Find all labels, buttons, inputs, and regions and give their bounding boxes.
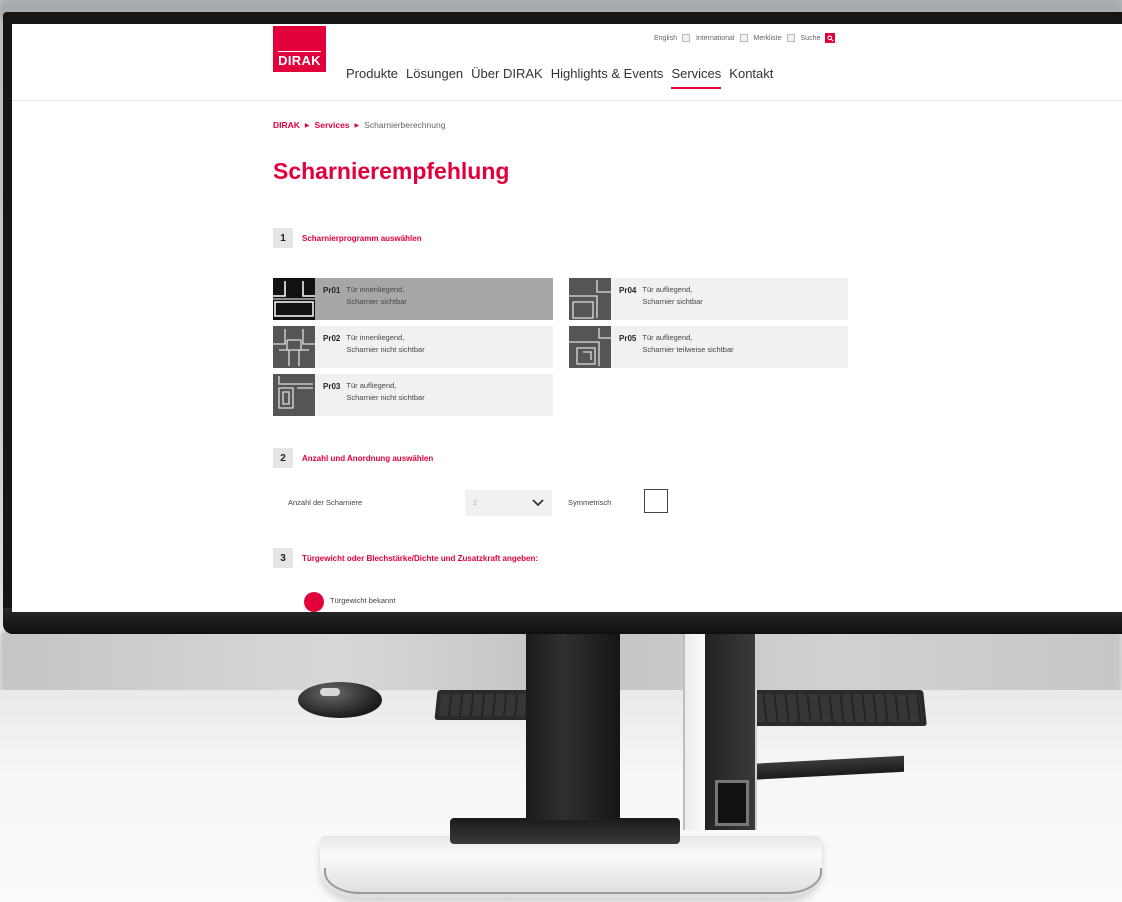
utility-label: English — [654, 34, 677, 42]
page-title: Scharnierempfehlung — [273, 158, 510, 184]
breadcrumb-dirak[interactable]: DIRAK — [273, 120, 300, 130]
utility-international-link[interactable]: International — [696, 34, 748, 42]
hinge-program-pr03-icon — [273, 374, 315, 416]
program-desc-line1: Tür innenliegend, — [346, 285, 405, 294]
program-desc-line2: Scharnier nicht sichtbar — [346, 345, 425, 354]
triangle-right-icon: ▶ — [354, 122, 360, 129]
hinge-program-pr01-icon — [273, 278, 315, 320]
symmetric-checkbox[interactable] — [644, 489, 668, 513]
step-2-header: 2 Anzahl und Anordnung auswählen — [273, 448, 433, 468]
utility-search-link[interactable]: Suche — [801, 33, 836, 43]
program-description: Tür aufliegend, Scharnier nicht sichtbar — [346, 380, 424, 404]
program-desc-line2: Scharnier sichtbar — [346, 297, 407, 306]
program-code: Pr04 — [619, 286, 637, 295]
hinge-count-label: Anzahl der Scharniere — [288, 498, 363, 507]
breadcrumb: DIRAK ▶ Services ▶ Scharnierberechnung — [273, 120, 445, 130]
separator-icon — [681, 34, 690, 42]
breadcrumb-current: Scharnierberechnung — [364, 120, 446, 130]
program-desc-line1: Tür aufliegend, — [642, 285, 693, 294]
mouse-highlight — [320, 688, 340, 696]
program-option-pr03[interactable]: Pr03 Tür aufliegend, Scharnier nicht sich… — [273, 374, 553, 416]
program-desc-line2: Scharnier teilweise sichtbar — [642, 345, 734, 354]
logo-text: DIRAK — [278, 51, 321, 68]
nav-kontakt[interactable]: Kontakt — [729, 66, 773, 89]
program-option-pr01[interactable]: Pr01 Tür innenliegend, Scharnier sichtbar — [273, 278, 553, 320]
utility-nav: English International Merkliste Suche — [654, 33, 836, 43]
nav-ueber-dirak[interactable]: Über DIRAK — [471, 66, 543, 89]
step-1-header: 1 Scharnierprogramm auswählen — [273, 228, 422, 248]
nav-produkte[interactable]: Produkte — [346, 66, 398, 89]
program-desc-line2: Scharnier sichtbar — [642, 297, 703, 306]
dirak-logo[interactable]: DIRAK — [273, 26, 326, 72]
nav-highlights-events[interactable]: Highlights & Events — [551, 66, 664, 89]
step-3-header: 3 Türgewicht oder Blechstärke/Dichte und… — [273, 548, 538, 568]
program-option-pr04[interactable]: Pr04 Tür aufliegend, Scharnier sichtbar — [569, 278, 848, 320]
hinge-program-pr05-icon — [569, 326, 611, 368]
breadcrumb-services[interactable]: Services — [315, 120, 350, 130]
hinge-count-value: 2 — [473, 499, 477, 507]
symmetric-label: Symmetrisch — [568, 498, 612, 507]
step-number: 2 — [273, 448, 293, 468]
triangle-right-icon: ▶ — [304, 122, 310, 129]
nav-services[interactable]: Services — [671, 66, 722, 89]
keyboard-right-half — [738, 690, 927, 726]
nav-loesungen[interactable]: Lösungen — [406, 66, 463, 89]
program-code: Pr03 — [323, 382, 341, 391]
program-description: Tür aufliegend, Scharnier sichtbar — [642, 284, 702, 308]
step-label: Scharnierprogramm auswählen — [302, 233, 422, 243]
program-option-pr05[interactable]: Pr05 Tür aufliegend, Scharnier teilweise … — [569, 326, 848, 368]
search-icon[interactable] — [825, 33, 836, 43]
main-nav: Produkte Lösungen Über DIRAK Highlights … — [346, 66, 781, 89]
utility-merkliste-link[interactable]: Merkliste — [754, 34, 795, 42]
program-desc-line2: Scharnier nicht sichtbar — [346, 393, 425, 402]
separator-icon — [786, 34, 795, 42]
utility-label: Suche — [800, 34, 821, 42]
monitor-stand-cable-hole — [715, 780, 749, 826]
program-code: Pr02 — [323, 334, 341, 343]
door-weight-known-label: Türgewicht bekannt — [330, 596, 396, 605]
step-label: Anzahl und Anordnung auswählen — [302, 453, 434, 463]
separator-icon — [739, 34, 748, 42]
hinge-program-pr02-icon — [273, 326, 315, 368]
program-desc-line1: Tür innenliegend, — [346, 333, 405, 342]
step-label: Türgewicht oder Blechstärke/Dichte und Z… — [302, 553, 539, 563]
program-code: Pr05 — [619, 334, 637, 343]
utility-english-link[interactable]: English — [654, 34, 690, 42]
program-description: Tür innenliegend, Scharnier sichtbar — [346, 284, 406, 308]
step-number: 1 — [273, 228, 293, 248]
program-desc-line1: Tür aufliegend, — [346, 381, 397, 390]
hinge-program-pr04-icon — [569, 278, 611, 320]
hinge-count-select[interactable]: 2 — [465, 490, 552, 516]
program-desc-line1: Tür aufliegend, — [642, 333, 693, 342]
utility-label: Merkliste — [753, 34, 782, 42]
monitor-stand-slot — [450, 818, 680, 844]
monitor-screen: DIRAK English International Merkliste Su… — [12, 24, 1122, 612]
program-option-pr02[interactable]: Pr02 Tür innenliegend, Scharnier nicht si… — [273, 326, 553, 368]
monitor-stand-base-edge — [324, 868, 822, 894]
door-weight-known-radio[interactable] — [304, 592, 324, 612]
monitor-stand-neck — [526, 620, 620, 820]
step-number: 3 — [273, 548, 293, 568]
program-description: Tür aufliegend, Scharnier teilweise sicht… — [642, 332, 733, 356]
utility-label: International — [695, 34, 735, 42]
chevron-down-icon — [532, 499, 544, 507]
site-header: DIRAK English International Merkliste Su… — [12, 24, 1122, 101]
program-description: Tür innenliegend, Scharnier nicht sichtba… — [346, 332, 424, 356]
program-code: Pr01 — [323, 286, 341, 295]
computer-mouse — [298, 682, 382, 718]
